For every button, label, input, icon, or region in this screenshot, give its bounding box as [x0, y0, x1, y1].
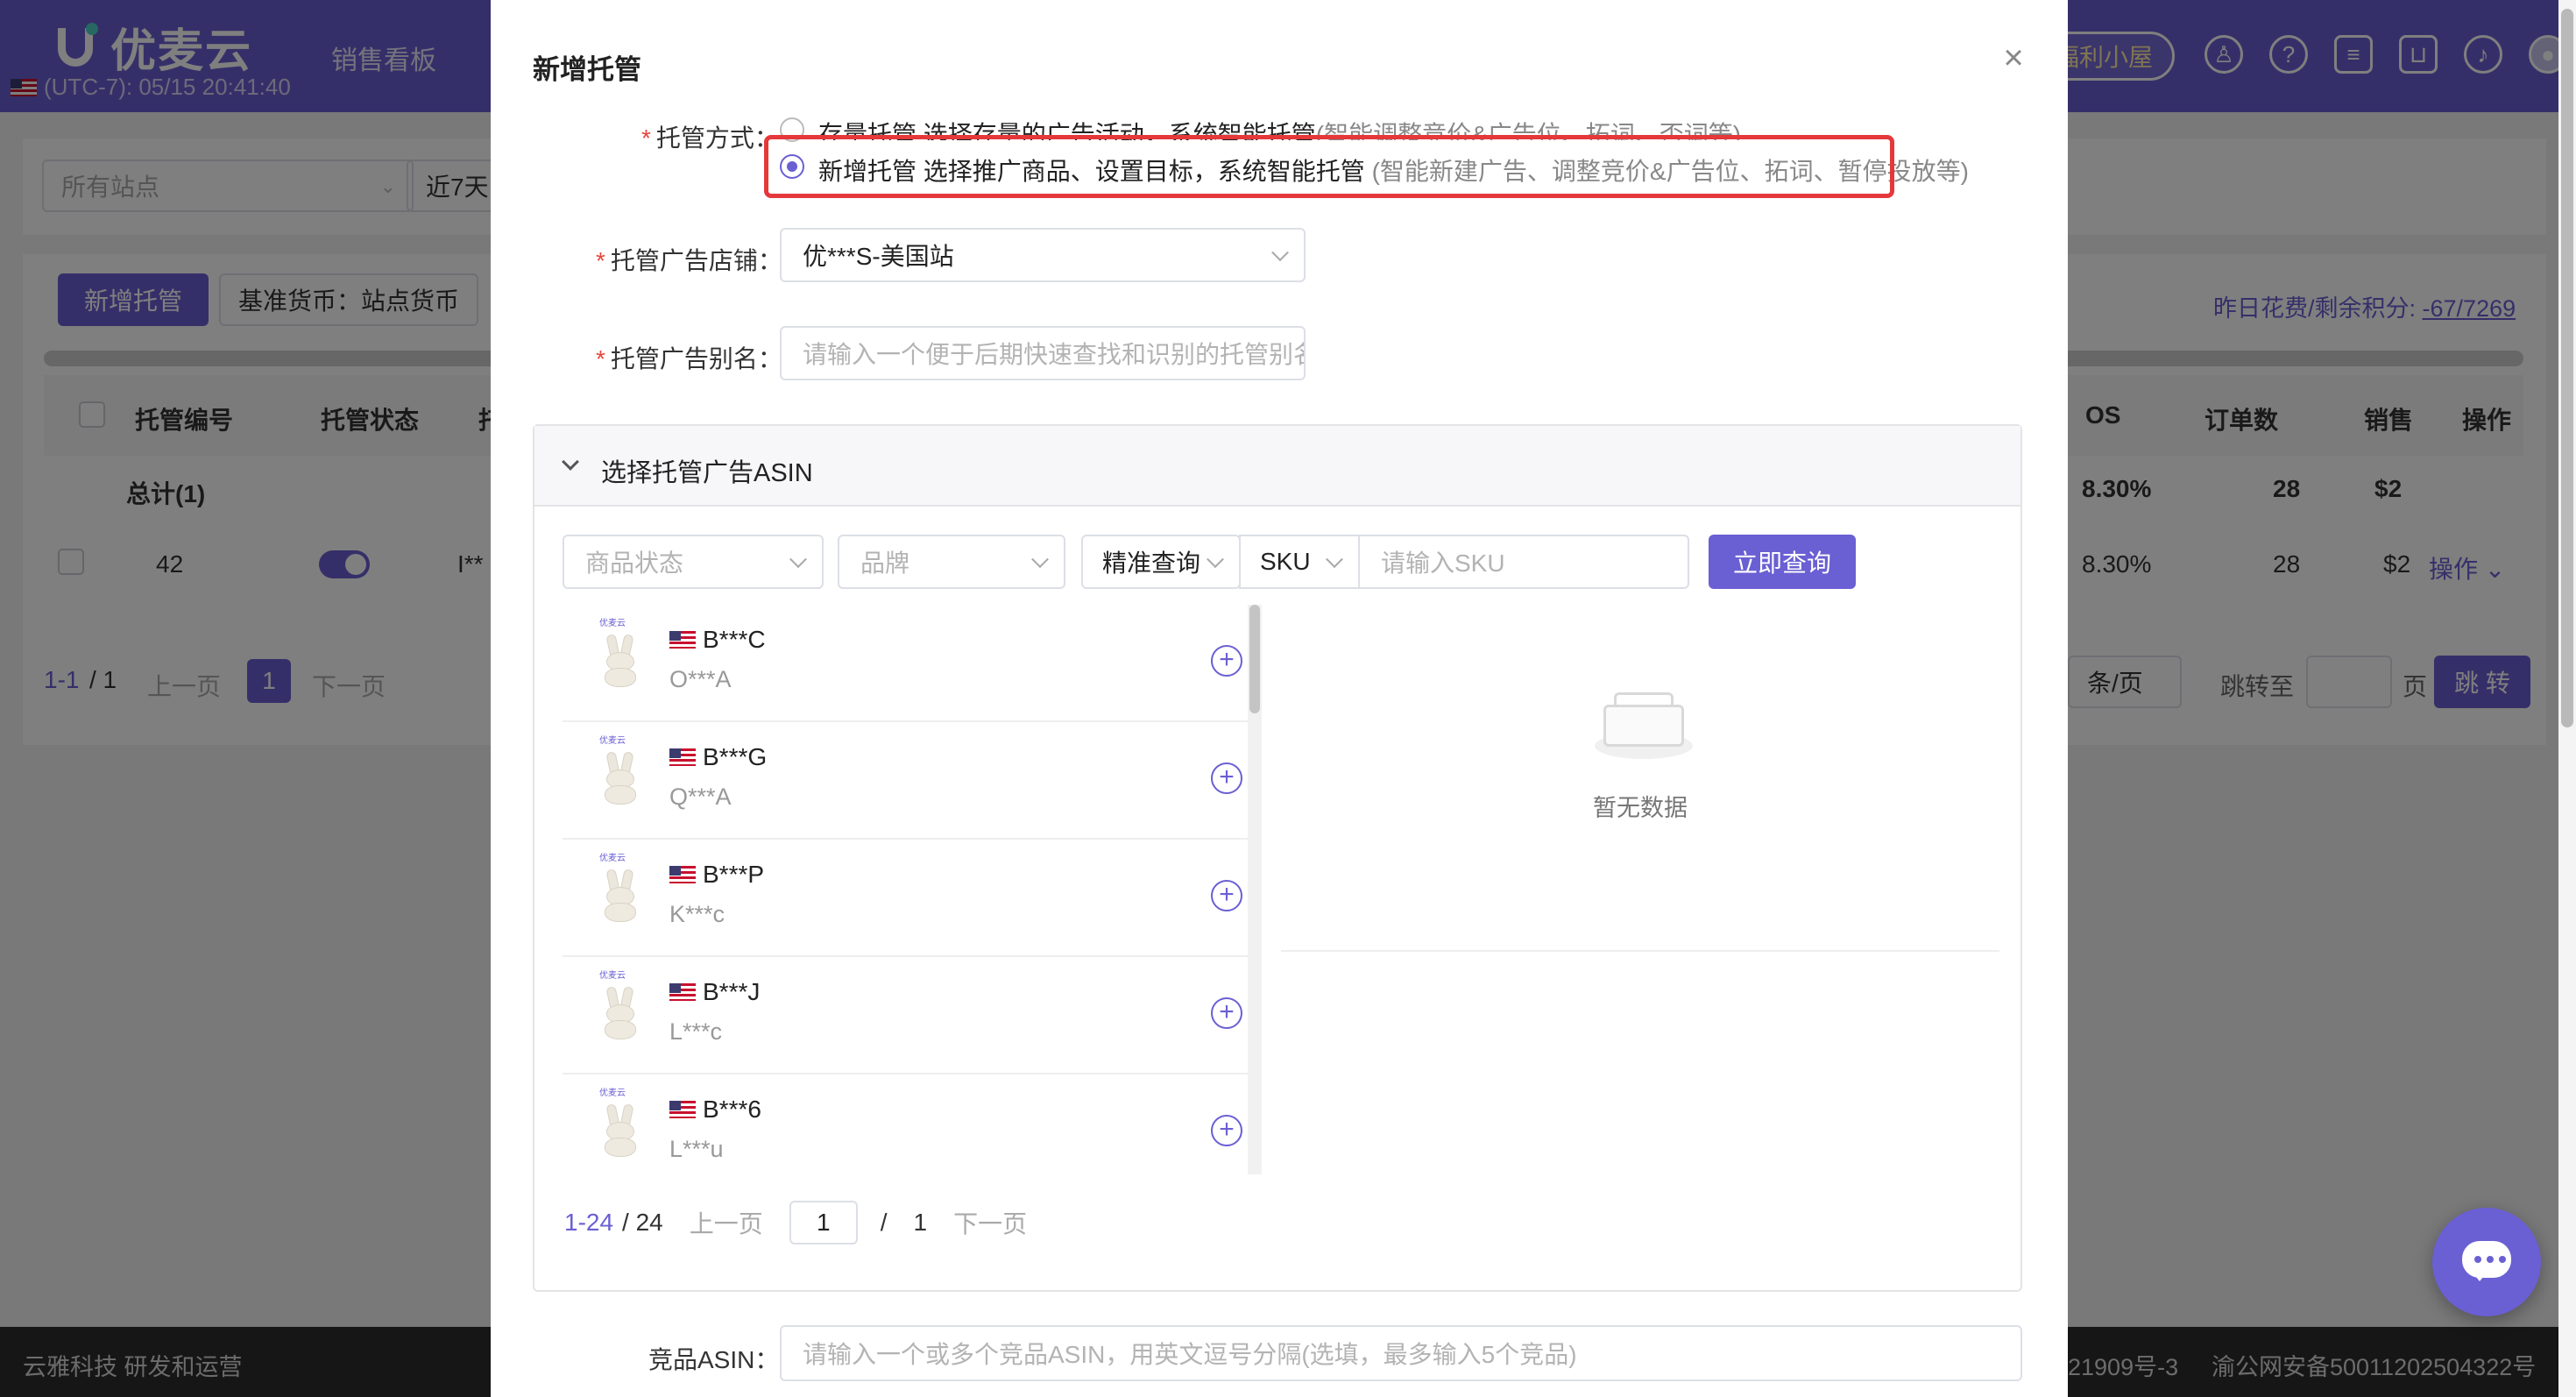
- dialog-title: 新增托管: [533, 54, 641, 85]
- product-asin: B***C: [669, 626, 766, 654]
- store-label-text: 托管广告店铺：: [610, 247, 782, 274]
- product-image: 优麦云: [584, 733, 654, 824]
- product-asin: B***P: [669, 861, 764, 889]
- chevron-down-icon: [789, 550, 807, 569]
- empty-text: 暂无数据: [1593, 795, 1688, 821]
- highlight-box: [764, 135, 1894, 198]
- list-item: 优麦云 B***6 L***u +: [563, 1074, 1260, 1174]
- product-list-scrollbar-thumb[interactable]: [1249, 605, 1260, 713]
- match-mode-value: 精准查询: [1102, 550, 1201, 577]
- product-sku: L***u: [669, 1136, 724, 1162]
- mode-label: * 托管方式：: [641, 124, 779, 152]
- product-asin-text: B***6: [703, 1096, 761, 1123]
- plus-circle-icon[interactable]: +: [1211, 762, 1242, 794]
- product-list-scrollbar[interactable]: [1248, 605, 1262, 1174]
- product-image-brand: 优麦云: [599, 619, 626, 628]
- product-image-brand: 优麦云: [599, 971, 626, 981]
- new-managed-dialog: 新增托管 × * 托管方式： 存量托管 选择存量的广告活动，系统智能托管(智能调整…: [491, 0, 2068, 1397]
- brand-select[interactable]: 品牌: [838, 535, 1065, 589]
- mode-label-text: 托管方式：: [655, 124, 779, 152]
- product-image-brand: 优麦云: [599, 854, 626, 863]
- alias-label: * 托管广告别名：: [596, 345, 782, 372]
- list-item: 优麦云 B***G Q***A +: [563, 722, 1260, 840]
- product-sku: K***c: [669, 901, 725, 927]
- chevron-down-icon: [1271, 244, 1289, 262]
- list-item: 优麦云 B***C O***A +: [563, 605, 1260, 722]
- competitor-placeholder: 请输入一个或多个竞品ASIN，用英文逗号分隔(选填，最多输入5个竞品): [803, 1341, 1577, 1368]
- match-mode-select[interactable]: 精准查询: [1081, 535, 1241, 589]
- chevron-down-icon: [1031, 550, 1049, 569]
- pager-range: 1-24: [564, 1209, 614, 1236]
- competitor-label: 竞品ASIN：: [648, 1346, 780, 1373]
- product-status-select[interactable]: 商品状态: [563, 535, 824, 589]
- alias-label-text: 托管广告别名：: [610, 345, 782, 372]
- list-item: 优麦云 B***P K***c +: [563, 840, 1260, 957]
- page-scrollbar-thumb[interactable]: [2561, 9, 2573, 727]
- empty-box-icon: [1589, 682, 1698, 761]
- pager-separator: /: [880, 1209, 888, 1236]
- alias-input[interactable]: 请输入一个便于后期快速查找和识别的托管别名: [780, 326, 1306, 380]
- us-flag-icon: [669, 748, 696, 766]
- product-asin-text: B***C: [703, 626, 766, 653]
- product-image: 优麦云: [584, 968, 654, 1059]
- product-status-placeholder: 商品状态: [585, 550, 684, 577]
- pager-pages: 1: [913, 1209, 928, 1236]
- us-flag-icon: [669, 866, 696, 883]
- plus-circle-icon[interactable]: +: [1211, 1115, 1242, 1146]
- product-pager: 1-24 / 24 上一页 1 / 1 下一页: [564, 1201, 1027, 1245]
- chat-icon[interactable]: [2432, 1208, 2541, 1316]
- us-flag-icon: [669, 1101, 696, 1118]
- asin-section-header[interactable]: 选择托管广告ASIN: [534, 426, 2020, 507]
- product-image-brand: 优麦云: [599, 1089, 626, 1098]
- chevron-down-icon: [562, 453, 579, 471]
- close-icon[interactable]: ×: [1998, 40, 2029, 75]
- product-asin: B***G: [669, 743, 767, 771]
- pager-next[interactable]: 下一页: [953, 1205, 1027, 1240]
- product-image-brand: 优麦云: [599, 736, 626, 746]
- us-flag-icon: [669, 631, 696, 649]
- product-asin-text: B***G: [703, 743, 768, 770]
- store-select-value: 优***S-美国站: [803, 243, 954, 270]
- product-asin: B***J: [669, 978, 760, 1006]
- pager-page-input[interactable]: 1: [789, 1201, 858, 1245]
- selected-products-panel: 暂无数据: [1281, 524, 1999, 1278]
- product-image: 优麦云: [584, 615, 654, 706]
- store-label: * 托管广告店铺：: [596, 247, 782, 274]
- plus-circle-icon[interactable]: +: [1211, 645, 1242, 677]
- plus-circle-icon[interactable]: +: [1211, 880, 1242, 911]
- product-sku: Q***A: [669, 784, 732, 810]
- plus-circle-icon[interactable]: +: [1211, 997, 1242, 1029]
- competitor-asin-input[interactable]: 请输入一个或多个竞品ASIN，用英文逗号分隔(选填，最多输入5个竞品): [780, 1325, 2022, 1381]
- page-scrollbar[interactable]: [2558, 0, 2576, 1397]
- divider: [1281, 950, 1999, 952]
- product-sku: L***c: [669, 1018, 723, 1045]
- product-asin-text: B***J: [703, 978, 761, 1005]
- brand-placeholder: 品牌: [860, 550, 910, 577]
- product-list: 优麦云 B***C O***A + 优麦云 B***G Q***A + 优麦云 …: [563, 605, 1270, 1174]
- list-item: 优麦云 B***J L***c +: [563, 957, 1260, 1074]
- pager-total: / 24: [622, 1209, 663, 1236]
- product-image: 优麦云: [584, 850, 654, 941]
- alias-placeholder: 请输入一个便于后期快速查找和识别的托管别名: [803, 341, 1306, 368]
- product-sku: O***A: [669, 666, 732, 692]
- asin-section-title: 选择托管广告ASIN: [601, 459, 813, 487]
- us-flag-icon: [669, 983, 696, 1001]
- chevron-down-icon: [1207, 550, 1224, 569]
- pager-prev[interactable]: 上一页: [690, 1205, 763, 1240]
- product-asin-text: B***P: [703, 861, 765, 888]
- product-asin: B***6: [669, 1096, 761, 1124]
- asin-selection-panel: 选择托管广告ASIN 商品状态 品牌 精准查询 SKU 请输入SKU 立即查询 …: [533, 424, 2022, 1292]
- store-select[interactable]: 优***S-美国站: [780, 228, 1306, 282]
- product-image: 优麦云: [584, 1085, 654, 1174]
